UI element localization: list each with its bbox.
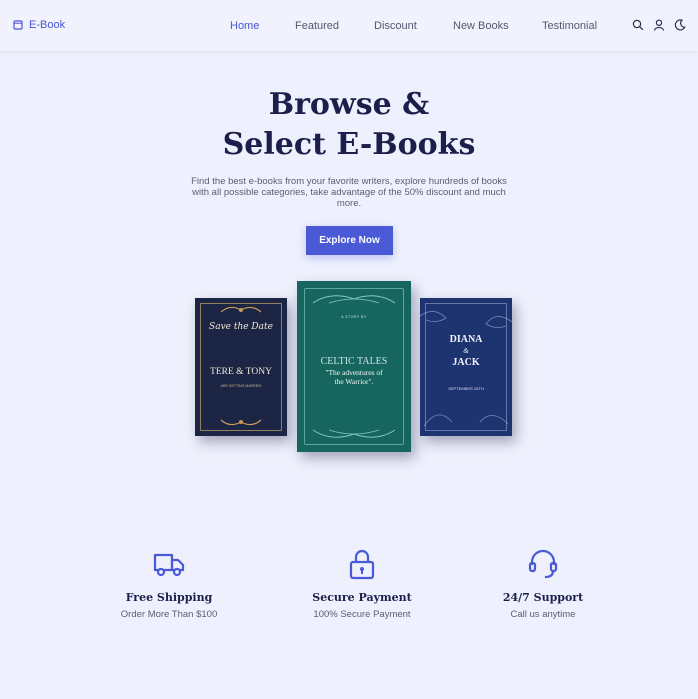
feature-title: Free Shipping [125, 591, 213, 604]
main-nav: Home Featured Discount New Books Testimo… [0, 20, 698, 34]
book-left-small-text: ARE GETTING MARRIED [220, 384, 262, 388]
book-center-quote-line2: the Warrior". [334, 377, 374, 386]
feature-secure-payment: Secure Payment 100% Secure Payment [282, 548, 442, 620]
top-navbar: E-Book Home Featured Discount New Books … [0, 0, 698, 51]
book-left-names: TERE & TONY [210, 367, 272, 377]
search-icon[interactable] [632, 19, 644, 31]
truck-icon [153, 553, 185, 577]
book-left-script: Save the Date [209, 322, 273, 332]
feature-description: Order More Than $100 [120, 609, 218, 620]
ornament-icon [220, 306, 262, 313]
nav-link-featured[interactable]: Featured [295, 20, 339, 32]
book-right-date: SEPTEMBER 26TH [448, 386, 484, 391]
book-right-name1: DIANA [449, 334, 483, 345]
ornament-icon [220, 419, 262, 426]
feature-free-shipping: Free Shipping Order More Than $100 [89, 548, 249, 620]
ornament-icon [312, 429, 396, 438]
lock-icon [349, 549, 375, 580]
book-cover-left[interactable]: Save the Date TERE & TONY ARE GETTING MA… [195, 298, 287, 436]
hero-description: Find the best e-books from your favorite… [191, 176, 507, 209]
nav-link-testimonial[interactable]: Testimonial [542, 20, 597, 32]
hero-title: Browse & Select E-Books [0, 85, 698, 165]
hero-title-line2: Select E-Books [222, 127, 476, 162]
feature-description: 100% Secure Payment [313, 609, 411, 620]
book-right-names: DIANA & JACK [420, 331, 512, 371]
nav-link-new-books[interactable]: New Books [453, 20, 509, 32]
explore-now-button[interactable]: Explore Now [306, 226, 393, 255]
header-actions [632, 19, 686, 31]
book-right-name2: JACK [452, 357, 480, 368]
feature-title: 24/7 Support [502, 591, 584, 604]
book-center-quote-line1: "The adventures of [325, 368, 383, 377]
headset-icon [528, 549, 558, 579]
nav-link-discount[interactable]: Discount [374, 20, 417, 32]
nav-link-home[interactable]: Home [230, 20, 259, 32]
book-center-subtitle: A STORY BY [341, 315, 367, 319]
book-cover-center[interactable]: A STORY BY CELTIC TALES "The adventures … [297, 281, 411, 452]
feature-support: 24/7 Support Call us anytime [463, 548, 623, 620]
feature-description: Call us anytime [510, 609, 576, 620]
book-cover-right[interactable]: DIANA & JACK SEPTEMBER 26TH [420, 298, 512, 436]
hero-title-line1: Browse & [268, 87, 430, 122]
feature-title: Secure Payment [312, 591, 412, 604]
moon-icon[interactable] [674, 19, 686, 31]
book-center-title: CELTIC TALES [320, 356, 388, 367]
book-center-quote: "The adventures of the Warrior". [297, 368, 411, 386]
user-icon[interactable] [653, 19, 665, 31]
ornament-icon [312, 295, 396, 304]
